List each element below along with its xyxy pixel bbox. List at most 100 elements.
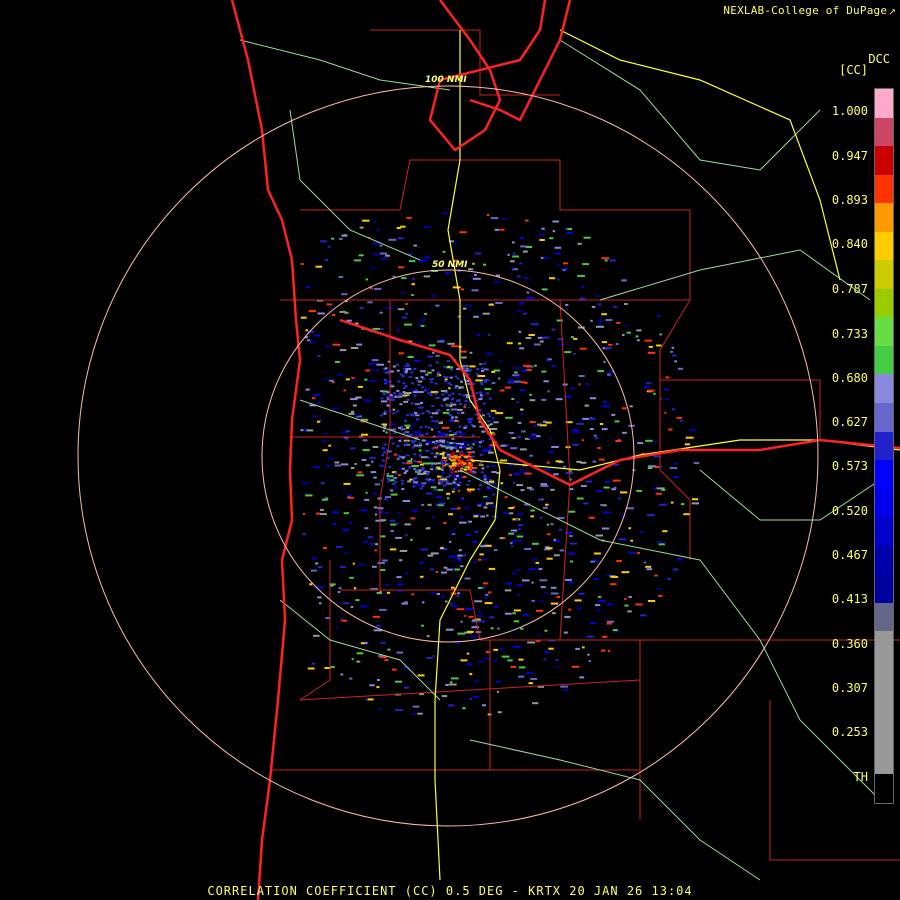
- echo-pixel: [435, 361, 439, 364]
- echo-pixel: [566, 232, 574, 234]
- echo-pixel: [557, 263, 561, 266]
- echo-pixel: [377, 562, 385, 564]
- echo-pixel: [517, 528, 521, 531]
- echo-pixel: [463, 403, 467, 406]
- echo-pixel: [398, 439, 402, 442]
- echo-pixel: [436, 375, 440, 377]
- echo-pixel: [374, 549, 377, 552]
- echo-pixel: [432, 655, 435, 658]
- echo-pixel: [516, 309, 522, 312]
- echo-pixel: [659, 503, 667, 506]
- echo-pixel: [483, 476, 487, 479]
- credit-text[interactable]: NEXLAB-College of DuPage: [723, 4, 887, 17]
- credit-label[interactable]: NEXLAB-College of DuPage ↗: [723, 4, 896, 17]
- echo-pixel: [420, 391, 424, 393]
- echo-pixel: [518, 666, 526, 669]
- echo-pixel: [624, 598, 627, 601]
- echo-pixel: [393, 453, 398, 456]
- echo-pixel: [538, 568, 543, 571]
- echo-pixel: [550, 592, 559, 595]
- echo-pixel: [531, 599, 535, 602]
- echo-pixel: [637, 442, 644, 445]
- echo-pixel: [400, 479, 404, 482]
- echo-pixel: [483, 362, 487, 365]
- echo-pixel: [576, 497, 584, 500]
- echo-pixel: [357, 471, 363, 474]
- echo-pixel: [385, 496, 391, 499]
- echo-pixel: [425, 443, 429, 446]
- echo-pixel: [459, 446, 463, 449]
- echo-pixel: [576, 422, 584, 425]
- echo-pixel: [615, 440, 622, 442]
- echo-pixel: [425, 432, 429, 435]
- echo-pixel: [392, 395, 395, 398]
- echo-pixel: [585, 383, 591, 386]
- echo-pixel: [443, 365, 447, 368]
- echo-pixel: [541, 288, 548, 291]
- echo-pixel: [444, 397, 448, 400]
- echo-pixel: [548, 647, 554, 650]
- echo-pixel: [396, 394, 400, 397]
- color-scale-swatch: [875, 688, 893, 718]
- echo-pixel: [556, 319, 563, 322]
- product-caption: CORRELATION COEFFICIENT (CC) 0.5 DEG - K…: [207, 884, 693, 898]
- echo-pixel: [567, 616, 571, 619]
- color-scale-swatch: [875, 403, 893, 432]
- color-scale-tick-label: 0.733: [831, 327, 868, 341]
- echo-pixel: [411, 509, 418, 512]
- echo-pixel: [676, 416, 682, 419]
- echo-pixel: [421, 482, 427, 485]
- echo-pixel: [487, 591, 492, 594]
- echo-pixel: [550, 602, 559, 605]
- echo-pixel: [361, 458, 367, 461]
- echo-pixel: [354, 463, 357, 465]
- echo-pixel: [604, 259, 608, 262]
- external-link-icon[interactable]: ↗: [889, 4, 896, 17]
- echo-pixel: [560, 685, 568, 688]
- echo-pixel: [504, 496, 508, 499]
- echo-pixel: [510, 267, 514, 270]
- echo-pixel: [546, 461, 550, 464]
- echo-pixel: [419, 561, 424, 564]
- echo-pixel: [528, 568, 537, 571]
- echo-pixel: [448, 394, 451, 397]
- echo-pixel: [478, 587, 483, 589]
- echo-pixel: [471, 441, 479, 444]
- echo-pixel: [450, 454, 454, 456]
- coastline: [230, 0, 900, 900]
- echo-pixel: [441, 571, 447, 574]
- echo-pixel: [305, 329, 308, 332]
- echo-pixel: [397, 237, 404, 240]
- echo-pixel: [372, 253, 380, 256]
- echo-pixel: [670, 501, 674, 504]
- echo-pixel: [430, 568, 435, 571]
- echo-pixel: [613, 486, 617, 489]
- echo-pixel: [465, 394, 469, 397]
- echo-pixel: [601, 313, 607, 316]
- echo-pixel: [537, 634, 541, 637]
- echo-pixel: [499, 537, 504, 540]
- echo-pixel: [350, 447, 356, 450]
- echo-pixel: [371, 460, 374, 463]
- echo-pixel: [376, 686, 380, 689]
- echo-pixel: [477, 614, 483, 617]
- echo-pixel: [547, 358, 552, 361]
- echo-pixel: [463, 307, 467, 310]
- echo-pixel: [579, 676, 585, 679]
- echo-pixel: [482, 558, 488, 561]
- echo-pixel: [555, 460, 562, 463]
- echo-pixel: [369, 456, 376, 459]
- echo-pixel: [443, 484, 446, 487]
- echo-pixel: [538, 233, 545, 236]
- echo-pixel: [557, 278, 560, 281]
- echo-pixel: [470, 447, 474, 449]
- echo-pixel: [474, 600, 483, 603]
- echo-pixel: [410, 371, 414, 374]
- echo-pixel: [479, 502, 484, 505]
- echo-pixel: [543, 380, 549, 383]
- echo-pixel: [398, 426, 401, 429]
- echo-pixel: [300, 263, 304, 265]
- echo-pixel: [590, 622, 596, 625]
- echo-pixel: [653, 455, 661, 458]
- echo-pixel: [413, 368, 417, 370]
